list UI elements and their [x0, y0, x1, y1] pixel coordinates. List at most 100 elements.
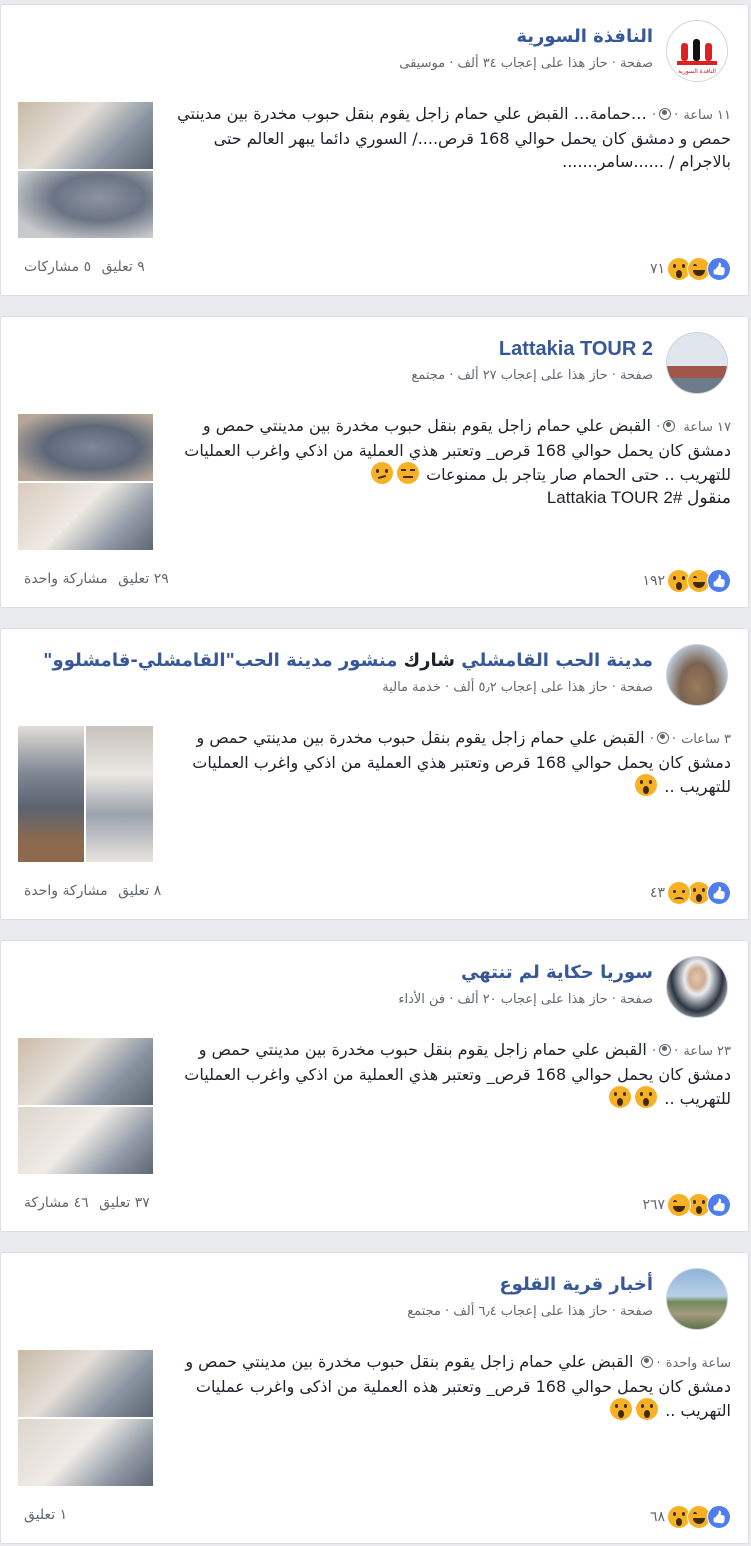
- syrian-window-logo: النافذة السورية: [667, 21, 727, 81]
- post-stats: ٣٧ تعليق ٤٦ مشاركة: [18, 1195, 150, 1211]
- comments-count[interactable]: ٩ تعليق: [102, 259, 145, 275]
- expressionless-emoji-icon: [397, 462, 419, 484]
- like-icon: [707, 1505, 731, 1529]
- post-footer: ١٩٢ ٢٩ تعليق مشاركة واحدة: [18, 569, 731, 593]
- like-icon: [707, 257, 731, 281]
- shares-count[interactable]: مشاركة واحدة: [24, 571, 108, 587]
- share-verb: شارك: [403, 650, 455, 671]
- post-stats: ٢٩ تعليق مشاركة واحدة: [18, 571, 169, 587]
- post-text: ٣ ساعات ·· القبض علي حمام زاجل يقوم بنقل…: [192, 728, 731, 796]
- post-time[interactable]: ساعة واحدة: [666, 1356, 731, 1371]
- page-name-link[interactable]: النافذة السورية: [516, 26, 653, 47]
- post-footer: ٧١ ٩ تعليق ٥ مشاركات: [18, 257, 731, 281]
- post-images[interactable]: [18, 1350, 153, 1486]
- post-card: مدينة الحب القامشلي شارك منشور مدينة الح…: [0, 628, 749, 920]
- reaction-count: ٧١: [649, 261, 665, 277]
- comments-count[interactable]: ٨ تعليق: [118, 883, 161, 899]
- post-stats: ٩ تعليق ٥ مشاركات: [18, 259, 145, 275]
- reactions-summary[interactable]: ٢٦٧: [642, 1193, 731, 1217]
- post-images[interactable]: [18, 726, 153, 862]
- post-time[interactable]: ٣ ساعات: [681, 732, 731, 747]
- page-avatar[interactable]: [666, 332, 728, 394]
- globe-icon: [663, 420, 676, 432]
- post-stats: ٨ تعليق مشاركة واحدة: [18, 883, 161, 899]
- globe-icon: [641, 1356, 654, 1368]
- reactions-summary[interactable]: ٦٨: [650, 1505, 731, 1529]
- haha-icon: [667, 1193, 691, 1217]
- post-footer: ٤٣ ٨ تعليق مشاركة واحدة: [18, 881, 731, 905]
- sad-icon: [667, 881, 691, 905]
- post-stats: ١ تعليق: [18, 1507, 67, 1523]
- page-meta: صفحة · حاز هذا على إعجاب ٣٤ ألف · موسيقى: [399, 56, 653, 71]
- wow-emoji-icon: [635, 1086, 658, 1108]
- post-time[interactable]: ١١ ساعة: [683, 108, 731, 123]
- post-images[interactable]: [18, 1038, 153, 1174]
- comments-count[interactable]: ٢٩ تعليق: [118, 571, 169, 587]
- pigeon-photo[interactable]: [18, 726, 84, 862]
- comments-count[interactable]: ١ تعليق: [24, 1507, 67, 1523]
- like-icon: [707, 881, 731, 905]
- page-avatar[interactable]: [666, 956, 728, 1018]
- post-text-content: …حمامة… القبض علي حمام زاجل يقوم بنقل حب…: [177, 104, 731, 171]
- reaction-count: ٤٣: [649, 885, 665, 901]
- post-text-content: القبض علي حمام زاجل يقوم بنقل حبوب مخدرة…: [184, 416, 731, 484]
- post-footer: ٦٨ ١ تعليق: [18, 1505, 731, 1529]
- post-hashtag[interactable]: منقول Lattakia TOUR 2#: [547, 488, 731, 507]
- globe-icon: [656, 732, 669, 744]
- pigeon-photo[interactable]: [18, 1038, 153, 1105]
- pigeon-photo[interactable]: [18, 1350, 153, 1417]
- post-text: ١١ ساعة ·· …حمامة… القبض علي حمام زاجل ي…: [177, 104, 731, 171]
- confused-emoji-icon: [371, 462, 393, 484]
- page-avatar[interactable]: [666, 644, 728, 706]
- reactions-summary[interactable]: ٤٣: [650, 881, 731, 905]
- page-name-link[interactable]: Lattakia TOUR 2: [499, 338, 653, 361]
- shares-count[interactable]: ٥ مشاركات: [24, 259, 91, 275]
- like-icon: [707, 1193, 731, 1217]
- post-text: ٢٣ ساعة ·· القبض علي حمام زاجل يقوم بنقل…: [184, 1040, 731, 1108]
- svg-text:النافذة السورية: النافذة السورية: [678, 68, 716, 75]
- wow-emoji-icon: [610, 1398, 633, 1420]
- post-time[interactable]: ١٧ ساعة: [683, 420, 731, 435]
- post-footer: ٢٦٧ ٣٧ تعليق ٤٦ مشاركة: [18, 1193, 731, 1217]
- page-name-link[interactable]: أخبار قرية القلوع: [499, 1274, 653, 1295]
- page-meta: صفحة · حاز هذا على إعجاب ٦٫٤ ألف · مجتمع: [407, 1304, 653, 1319]
- reaction-count: ٢٦٧: [642, 1197, 665, 1213]
- pigeon-photo[interactable]: [18, 483, 153, 550]
- globe-icon: [659, 108, 672, 120]
- like-icon: [707, 569, 731, 593]
- page-name-link[interactable]: مدينة الحب القامشلي: [461, 650, 653, 671]
- post-card: Lattakia TOUR 2 صفحة · حاز هذا على إعجاب…: [0, 316, 749, 608]
- page-avatar[interactable]: النافذة السورية: [666, 20, 728, 82]
- post-time[interactable]: ٢٣ ساعة: [683, 1044, 731, 1059]
- pigeon-photo[interactable]: [18, 171, 153, 238]
- shares-count[interactable]: ٤٦ مشاركة: [24, 1195, 89, 1211]
- reactions-summary[interactable]: ١٩٢: [642, 569, 731, 593]
- page-name-link[interactable]: سوريا حكاية لم تنتهي: [461, 962, 653, 983]
- reaction-count: ١٩٢: [642, 573, 665, 589]
- pigeon-photo[interactable]: [18, 1419, 153, 1486]
- page-meta: صفحة · حاز هذا على إعجاب ٢٧ ألف · مجتمع: [411, 368, 653, 383]
- globe-icon: [659, 1044, 672, 1056]
- wow-emoji-icon: [609, 1086, 632, 1108]
- comments-count[interactable]: ٣٧ تعليق: [99, 1195, 150, 1211]
- post-images[interactable]: [18, 102, 153, 238]
- pigeon-photo[interactable]: [86, 726, 153, 862]
- wow-emoji-icon: [635, 774, 658, 796]
- post-text: ساعة واحدة · القبض علي حمام زاجل يقوم بن…: [185, 1352, 731, 1420]
- pigeon-photo[interactable]: [18, 102, 153, 169]
- wow-emoji-icon: [636, 1398, 659, 1420]
- post-text: ١٧ ساعة · القبض علي حمام زاجل يقوم بنقل …: [184, 416, 731, 507]
- pigeon-photo[interactable]: [18, 414, 153, 481]
- shares-count[interactable]: مشاركة واحدة: [24, 883, 108, 899]
- post-card: النافذة السورية النافذة السورية صفحة · ح…: [0, 4, 749, 296]
- post-images[interactable]: [18, 414, 153, 550]
- page-meta: صفحة · حاز هذا على إعجاب ٢٠ ألف · فن الأ…: [398, 992, 653, 1007]
- post-card: سوريا حكاية لم تنتهي صفحة · حاز هذا على …: [0, 940, 749, 1232]
- shared-post-link[interactable]: منشور مدينة الحب"القامشلي-قامشلوو": [43, 650, 397, 671]
- pigeon-photo[interactable]: [18, 1107, 153, 1174]
- page-avatar[interactable]: [666, 1268, 728, 1330]
- reactions-summary[interactable]: ٧١: [650, 257, 731, 281]
- page-meta: صفحة · حاز هذا على إعجاب ٥٫٢ ألف · خدمة …: [382, 680, 653, 695]
- page-header: مدينة الحب القامشلي شارك منشور مدينة الح…: [43, 650, 653, 671]
- reaction-count: ٦٨: [649, 1509, 665, 1525]
